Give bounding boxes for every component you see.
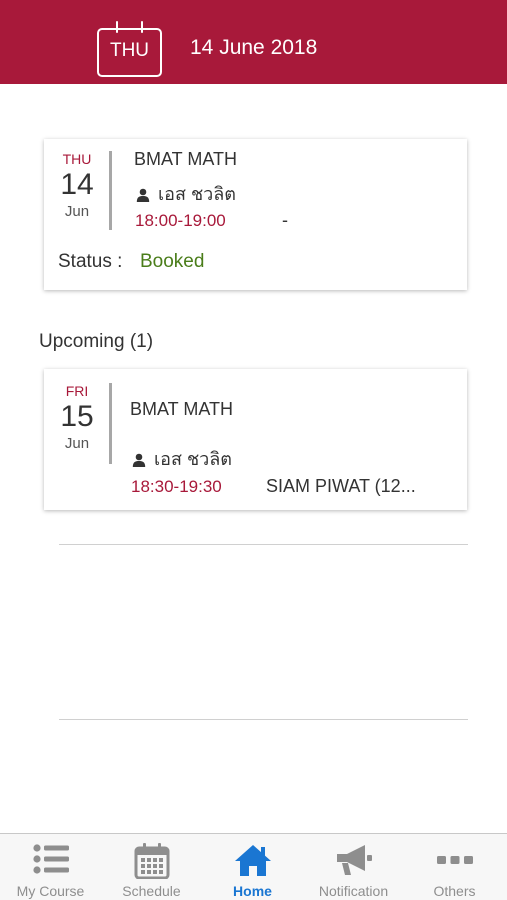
more-dots-icon	[436, 856, 473, 864]
course-title: BMAT MATH	[134, 149, 237, 169]
list-divider	[59, 544, 468, 545]
date-block: FRI 15 Jun	[44, 383, 110, 452]
tab-label: Schedule	[122, 883, 181, 899]
upcoming-heading: Upcoming (1)	[39, 331, 154, 352]
date-divider	[109, 151, 112, 230]
day-of-week: THU	[62, 151, 92, 167]
month-label: Jun	[64, 435, 90, 452]
teacher-name: เอส ชวลิต	[158, 184, 236, 204]
status-badge: Booked	[140, 251, 205, 272]
class-location: -	[282, 210, 288, 230]
tab-label: Notification	[318, 883, 389, 899]
date-block: THU 14 Jun	[44, 151, 110, 220]
person-icon	[136, 188, 150, 203]
header-day-label: THU	[109, 40, 150, 61]
day-number: 14	[60, 168, 94, 201]
calendar-icon: THU	[97, 21, 162, 77]
status-label: Status :	[58, 251, 123, 272]
calendar-icon	[134, 843, 169, 879]
class-time: 18:00-19:00	[135, 211, 226, 230]
person-icon	[132, 453, 146, 468]
upcoming-class-card[interactable]: FRI 15 Jun BMAT MATH เอส ชวลิต 18:30-19:…	[44, 369, 467, 510]
tab-home[interactable]: Home	[202, 834, 303, 900]
tab-notification[interactable]: Notification	[303, 834, 404, 900]
home-icon	[234, 845, 271, 876]
course-title: BMAT MATH	[130, 399, 233, 419]
list-icon	[32, 844, 69, 874]
month-label: Jun	[64, 203, 90, 220]
bottom-tab-bar: My Course Schedule Home Notification Oth…	[0, 833, 507, 900]
teacher-row: เอส ชวลิต	[132, 444, 232, 473]
megaphone-icon	[336, 845, 372, 875]
tab-label: Others	[433, 883, 476, 899]
tab-label: Home	[233, 883, 272, 899]
tab-others[interactable]: Others	[404, 834, 505, 900]
date-divider	[109, 383, 112, 464]
app-header: THU 14 June 2018	[0, 0, 507, 84]
class-location: SIAM PIWAT (12...	[266, 476, 416, 496]
tab-schedule[interactable]: Schedule	[101, 834, 202, 900]
class-time: 18:30-19:30	[131, 477, 222, 496]
day-of-week: FRI	[65, 383, 89, 399]
day-number: 15	[60, 400, 94, 433]
calendar-ring-right	[141, 21, 143, 33]
today-class-card[interactable]: THU 14 Jun BMAT MATH เอส ชวลิต 18:00-19:…	[44, 139, 467, 290]
tab-label: My Course	[16, 883, 85, 899]
teacher-row: เอส ชวลิต	[136, 179, 236, 208]
calendar-ring-left	[116, 21, 118, 33]
list-divider	[59, 719, 468, 720]
tab-my-course[interactable]: My Course	[0, 834, 101, 900]
teacher-name: เอส ชวลิต	[154, 449, 232, 469]
header-date: 14 June 2018	[190, 36, 318, 59]
